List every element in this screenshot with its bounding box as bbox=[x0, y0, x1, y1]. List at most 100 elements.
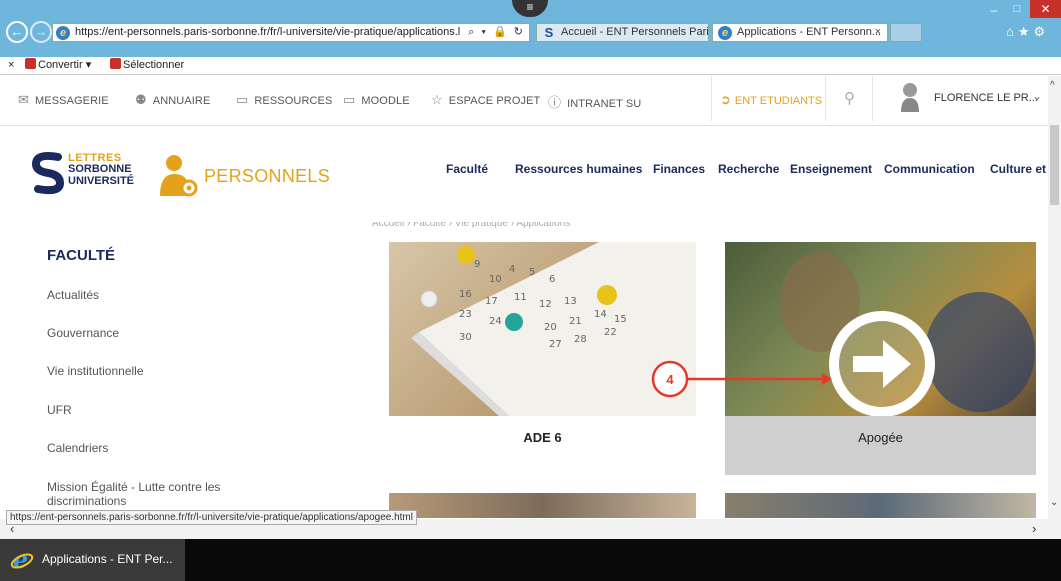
scroll-right-icon[interactable]: › bbox=[1032, 521, 1036, 536]
status-bar-url: https://ent-personnels.paris-sorbonne.fr… bbox=[6, 510, 417, 525]
svg-text:5: 5 bbox=[529, 267, 535, 278]
folder-icon: ▭ bbox=[343, 92, 356, 107]
topnav-label: INTRANET SU bbox=[567, 98, 642, 110]
command-bar: × Convertir ▾ Sélectionner bbox=[0, 57, 1061, 75]
folder-icon: ▭ bbox=[236, 92, 249, 107]
topnav-espace-projet[interactable]: ☆ ESPACE PROJET bbox=[431, 92, 540, 108]
forward-button[interactable]: → bbox=[30, 21, 52, 43]
logo-universite: UNIVERSITÉ bbox=[68, 175, 135, 187]
user-menu[interactable]: FLORENCE LE PR... ⌄ bbox=[874, 76, 1061, 121]
address-bar[interactable]: e https://ent-personnels.paris-sorbonne.… bbox=[52, 23, 530, 42]
sidebar-title: FACULTÉ bbox=[47, 247, 116, 264]
user-name: FLORENCE LE PR... bbox=[934, 92, 1038, 104]
convert-label: Convertir bbox=[38, 59, 83, 71]
app-card-ade[interactable]: 9 10 4 5 6 16 17 11 12 13 23 24 20 21 14 30 27 28 22 15 … bbox=[389, 242, 696, 475]
select-button[interactable]: Sélectionner bbox=[110, 57, 184, 74]
app-card-partial[interactable] bbox=[389, 493, 696, 518]
sidebar-item-calendriers[interactable]: Calendriers bbox=[47, 441, 108, 455]
app-card-apogee[interactable]: Apogée bbox=[725, 242, 1036, 475]
svg-text:20: 20 bbox=[544, 322, 557, 333]
sorbonne-logo-icon[interactable] bbox=[30, 151, 66, 195]
svg-text:12: 12 bbox=[539, 299, 552, 310]
svg-text:9: 9 bbox=[474, 259, 480, 270]
logo-sorbonne: SORBONNE bbox=[68, 163, 132, 175]
mainnav-communication[interactable]: Communication bbox=[884, 162, 975, 176]
svg-text:10: 10 bbox=[489, 274, 502, 285]
sidebar-item-mission-egalite[interactable]: Mission Égalité - Lutte contre les discr… bbox=[47, 480, 267, 508]
app-card-partial[interactable] bbox=[725, 493, 1036, 518]
personnels-logo-icon bbox=[160, 155, 198, 197]
svg-text:6: 6 bbox=[549, 274, 555, 285]
tab-label: Applications - ENT Personn... bbox=[737, 26, 882, 38]
mainnav-enseignement[interactable]: Enseignement bbox=[790, 162, 872, 176]
topnav-annuaire[interactable]: ⚉ ANNUAIRE bbox=[135, 92, 210, 108]
topnav-label: MOODLE bbox=[361, 95, 410, 107]
scroll-up-icon[interactable]: ^ bbox=[1050, 80, 1055, 91]
back-button[interactable]: ← bbox=[6, 21, 28, 43]
svg-text:28: 28 bbox=[574, 334, 587, 345]
minimize-icon[interactable]: – bbox=[985, 3, 1003, 17]
maximize-icon[interactable]: □ bbox=[1008, 3, 1026, 17]
search-icon[interactable]: ⚲ bbox=[827, 76, 873, 121]
site-top-nav: ✉ MESSAGERIE ⚉ ANNUAIRE ▭ RESSOURCES ▭ MOODL… bbox=[0, 76, 1061, 126]
svg-text:16: 16 bbox=[459, 289, 472, 300]
mainnav-culture[interactable]: Culture et bbox=[990, 162, 1046, 176]
taskbar-label: Applications - ENT Per... bbox=[42, 552, 173, 566]
pdf-icon bbox=[25, 58, 36, 69]
svg-text:14: 14 bbox=[594, 309, 607, 320]
svg-text:11: 11 bbox=[514, 292, 527, 303]
mainnav-finances[interactable]: Finances bbox=[653, 162, 705, 176]
mail-icon: ✉ bbox=[18, 92, 29, 107]
login-icon: ➲ bbox=[720, 92, 731, 107]
topnav-label: MESSAGERIE bbox=[35, 95, 109, 107]
topnav-ressources[interactable]: ▭ RESSOURCES bbox=[236, 92, 332, 108]
avatar bbox=[901, 83, 919, 112]
new-tab-button[interactable] bbox=[890, 23, 922, 42]
svg-text:4: 4 bbox=[509, 264, 515, 275]
svg-text:27: 27 bbox=[549, 339, 562, 350]
mainnav-faculte[interactable]: Faculté bbox=[446, 162, 488, 176]
select-pdf-icon bbox=[110, 58, 121, 69]
svg-text:24: 24 bbox=[489, 316, 502, 327]
address-url: https://ent-personnels.paris-sorbonne.fr… bbox=[75, 26, 461, 38]
address-tools-icon[interactable]: ⌕ ▾ 🔒 ↻ bbox=[468, 24, 525, 41]
pin-icon: ☆ bbox=[431, 92, 443, 107]
topnav-messagerie[interactable]: ✉ MESSAGERIE bbox=[18, 92, 109, 108]
ie-page-icon: e bbox=[56, 26, 70, 40]
topnav-intranet-su[interactable]: ⓘ INTRANET SU bbox=[548, 92, 641, 111]
sidebar-item-vie-institutionnelle[interactable]: Vie institutionnelle bbox=[47, 364, 144, 378]
breadcrumb: Accueil › Faculté › Vie pratique › Appli… bbox=[372, 222, 571, 229]
sidebar-item-actualites[interactable]: Actualités bbox=[47, 288, 99, 302]
svg-text:15: 15 bbox=[614, 314, 627, 325]
ent-etudiants-label: ENT ETUDIANTS bbox=[734, 95, 823, 107]
mainnav-ressources-humaines[interactable]: Ressources humaines bbox=[515, 162, 642, 176]
tab-accueil[interactable]: S Accueil - ENT Personnels Paris ... bbox=[536, 23, 709, 42]
home-favorites-settings-icons[interactable]: ⌂★⚙ bbox=[1006, 24, 1049, 40]
tab-close-icon[interactable]: × bbox=[875, 24, 881, 41]
mainnav-recherche[interactable]: Recherche bbox=[718, 162, 779, 176]
svg-text:13: 13 bbox=[564, 296, 577, 307]
close-icon[interactable]: ✕ bbox=[1030, 0, 1061, 18]
sorbonne-favicon-icon: S bbox=[544, 25, 554, 40]
topnav-moodle[interactable]: ▭ MOODLE bbox=[343, 92, 410, 108]
scrollbar-thumb[interactable] bbox=[1050, 125, 1059, 205]
scroll-down-icon[interactable]: ⌄ bbox=[1050, 497, 1058, 508]
app-card-label: Apogée bbox=[858, 430, 903, 445]
svg-text:23: 23 bbox=[459, 309, 472, 320]
tab-applications[interactable]: e Applications - ENT Personn... × bbox=[712, 23, 888, 42]
ent-etudiants-button[interactable]: ➲ ENT ETUDIANTS bbox=[711, 76, 826, 121]
convert-button[interactable]: Convertir ▾ bbox=[25, 57, 91, 74]
svg-text:17: 17 bbox=[485, 296, 498, 307]
topnav-label: ESPACE PROJET bbox=[448, 95, 541, 107]
annotation-arrow-icon: 4 bbox=[651, 360, 832, 398]
sidebar-item-gouvernance[interactable]: Gouvernance bbox=[47, 326, 119, 340]
logo-personnels: PERSONNELS bbox=[204, 166, 331, 186]
annotation-number: 4 bbox=[666, 372, 674, 387]
ie-icon: e bbox=[10, 548, 34, 572]
svg-text:22: 22 bbox=[604, 327, 617, 338]
select-label: Sélectionner bbox=[123, 59, 185, 71]
chevron-down-icon: ⌄ bbox=[1032, 89, 1043, 103]
sidebar-item-ufr[interactable]: UFR bbox=[47, 403, 72, 417]
command-bar-close-icon[interactable]: × bbox=[8, 57, 14, 74]
svg-text:21: 21 bbox=[569, 316, 582, 327]
